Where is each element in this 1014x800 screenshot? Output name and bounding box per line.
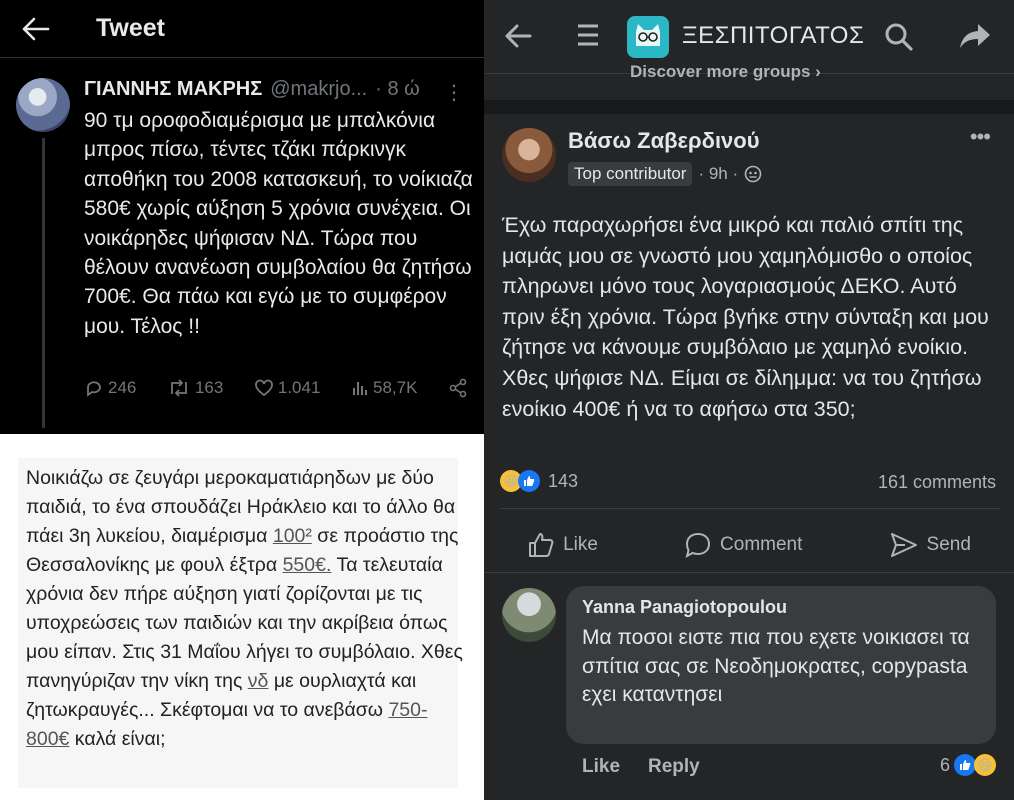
share-icon — [449, 378, 467, 398]
tweet-actions: 246 163 1.041 58,7K — [84, 378, 468, 398]
facebook-panel: ΞΕΣΠΙΤΟΓΑΤΟΣ Discover more groups › Βάσω… — [484, 0, 1014, 800]
back-arrow-icon[interactable] — [502, 20, 534, 57]
thread-line — [42, 138, 45, 428]
author-handle[interactable]: @makrjo... — [270, 78, 367, 101]
area-value: 100² — [272, 525, 312, 547]
reply-count: 246 — [108, 378, 137, 397]
discover-groups-link[interactable]: Discover more groups › — [630, 62, 821, 82]
send-icon — [890, 533, 917, 557]
more-options-icon[interactable]: ••• — [970, 124, 991, 150]
more-options-icon[interactable]: ⋮ — [444, 80, 464, 105]
group-name[interactable]: ΞΕΣΠΙΤΟΓΑΤΟΣ — [682, 22, 864, 50]
views-icon — [352, 382, 367, 395]
top-bar: ΞΕΣΠΙΤΟΓΑΤΟΣ Discover more groups › — [484, 0, 1014, 81]
rent-value: 550€. — [282, 554, 332, 576]
like-button[interactable]: 1.041 — [254, 378, 321, 398]
comment-icon — [685, 532, 711, 559]
retweet-button[interactable]: 163 — [167, 378, 223, 398]
reaction-count: 143 — [548, 470, 579, 491]
comment-reaction-count: 6 — [939, 754, 950, 775]
top-contributor-badge[interactable]: Top contributor — [568, 162, 693, 186]
like-count: 1.041 — [277, 378, 321, 397]
tweet-header: Tweet — [0, 0, 484, 58]
avatar[interactable] — [16, 78, 70, 132]
share-icon[interactable] — [958, 20, 992, 57]
retweet-icon — [171, 379, 187, 397]
comment-button[interactable]: Comment — [684, 531, 802, 559]
reaction-summary[interactable]: 😆 143 — [500, 470, 578, 492]
tweet-panel: Tweet ΓΙΑΝΝΗΣ ΜΑΚΡΗΣ @makrjo... · 8 ώ ⋮ … — [0, 0, 484, 434]
text-note-panel: Νοικιάζω σε ζευγάρι μεροκαματιάρηδων με … — [0, 434, 484, 800]
avatar[interactable] — [502, 128, 556, 182]
reply-icon — [87, 381, 101, 397]
thumbs-up-icon — [529, 533, 554, 557]
commenter-avatar[interactable] — [502, 588, 556, 642]
retweet-count: 163 — [194, 378, 224, 397]
post-actions: Like Comment Send — [484, 522, 1014, 568]
reply-button[interactable]: 246 — [84, 378, 136, 398]
menu-icon[interactable] — [576, 22, 600, 53]
back-arrow-icon[interactable] — [22, 13, 54, 45]
like-label: Like — [563, 534, 598, 555]
like-reaction-icon — [954, 754, 976, 776]
views-button[interactable]: 58,7K — [351, 378, 417, 398]
post-text: Έχω παραχωρήσει ένα μικρό και παλιό σπίτ… — [502, 213, 989, 421]
comment-reply-button[interactable]: Reply — [648, 756, 700, 778]
comment-text: Μα ποσοι ειστε πια που εχετε νοικιασει τ… — [582, 626, 970, 706]
comment-like-button[interactable]: Like — [582, 756, 620, 778]
send-label: Send — [926, 534, 971, 555]
section-divider — [484, 100, 1014, 114]
search-icon[interactable] — [884, 22, 914, 57]
group-privacy-icon — [744, 165, 762, 183]
party-value: νδ — [247, 670, 269, 692]
tweet-text: 90 τμ οροφοδιαμέρισμα με μπαλκόνια μπρος… — [84, 109, 473, 338]
commenter-name[interactable]: Yanna Panagiotopoulou — [582, 597, 787, 618]
comment-reactions[interactable]: 6 😆 — [940, 754, 996, 776]
tweet-time: · 8 ώ — [375, 78, 420, 100]
divider — [484, 572, 1014, 573]
post-meta: Top contributor · 9h · — [568, 162, 762, 186]
like-reaction-icon — [518, 470, 540, 492]
send-button[interactable]: Send — [889, 531, 971, 559]
post-time: · 9h · — [698, 164, 739, 183]
divider — [500, 508, 1000, 509]
comment-label: Comment — [720, 534, 803, 555]
page-title: Tweet — [96, 14, 165, 42]
like-button[interactable]: Like — [527, 531, 598, 559]
group-logo-icon[interactable] — [627, 16, 669, 58]
view-count: 58,7K — [372, 378, 418, 397]
heart-icon — [254, 379, 273, 397]
note-text: Νοικιάζω σε ζευγάρι μεροκαματιάρηδων με … — [26, 467, 463, 750]
post-author-name[interactable]: Βάσω Ζαβερδινού — [568, 128, 760, 154]
author-name[interactable]: ΓΙΑΝΝΗΣ ΜΑΚΡΗΣ — [84, 78, 262, 101]
comments-count[interactable]: 161 comments — [878, 472, 996, 493]
haha-reaction-icon: 😆 — [974, 754, 996, 776]
tweet-author-row: ΓΙΑΝΝΗΣ ΜΑΚΡΗΣ @makrjo... · 8 ώ — [84, 78, 420, 101]
share-button[interactable] — [448, 378, 468, 398]
